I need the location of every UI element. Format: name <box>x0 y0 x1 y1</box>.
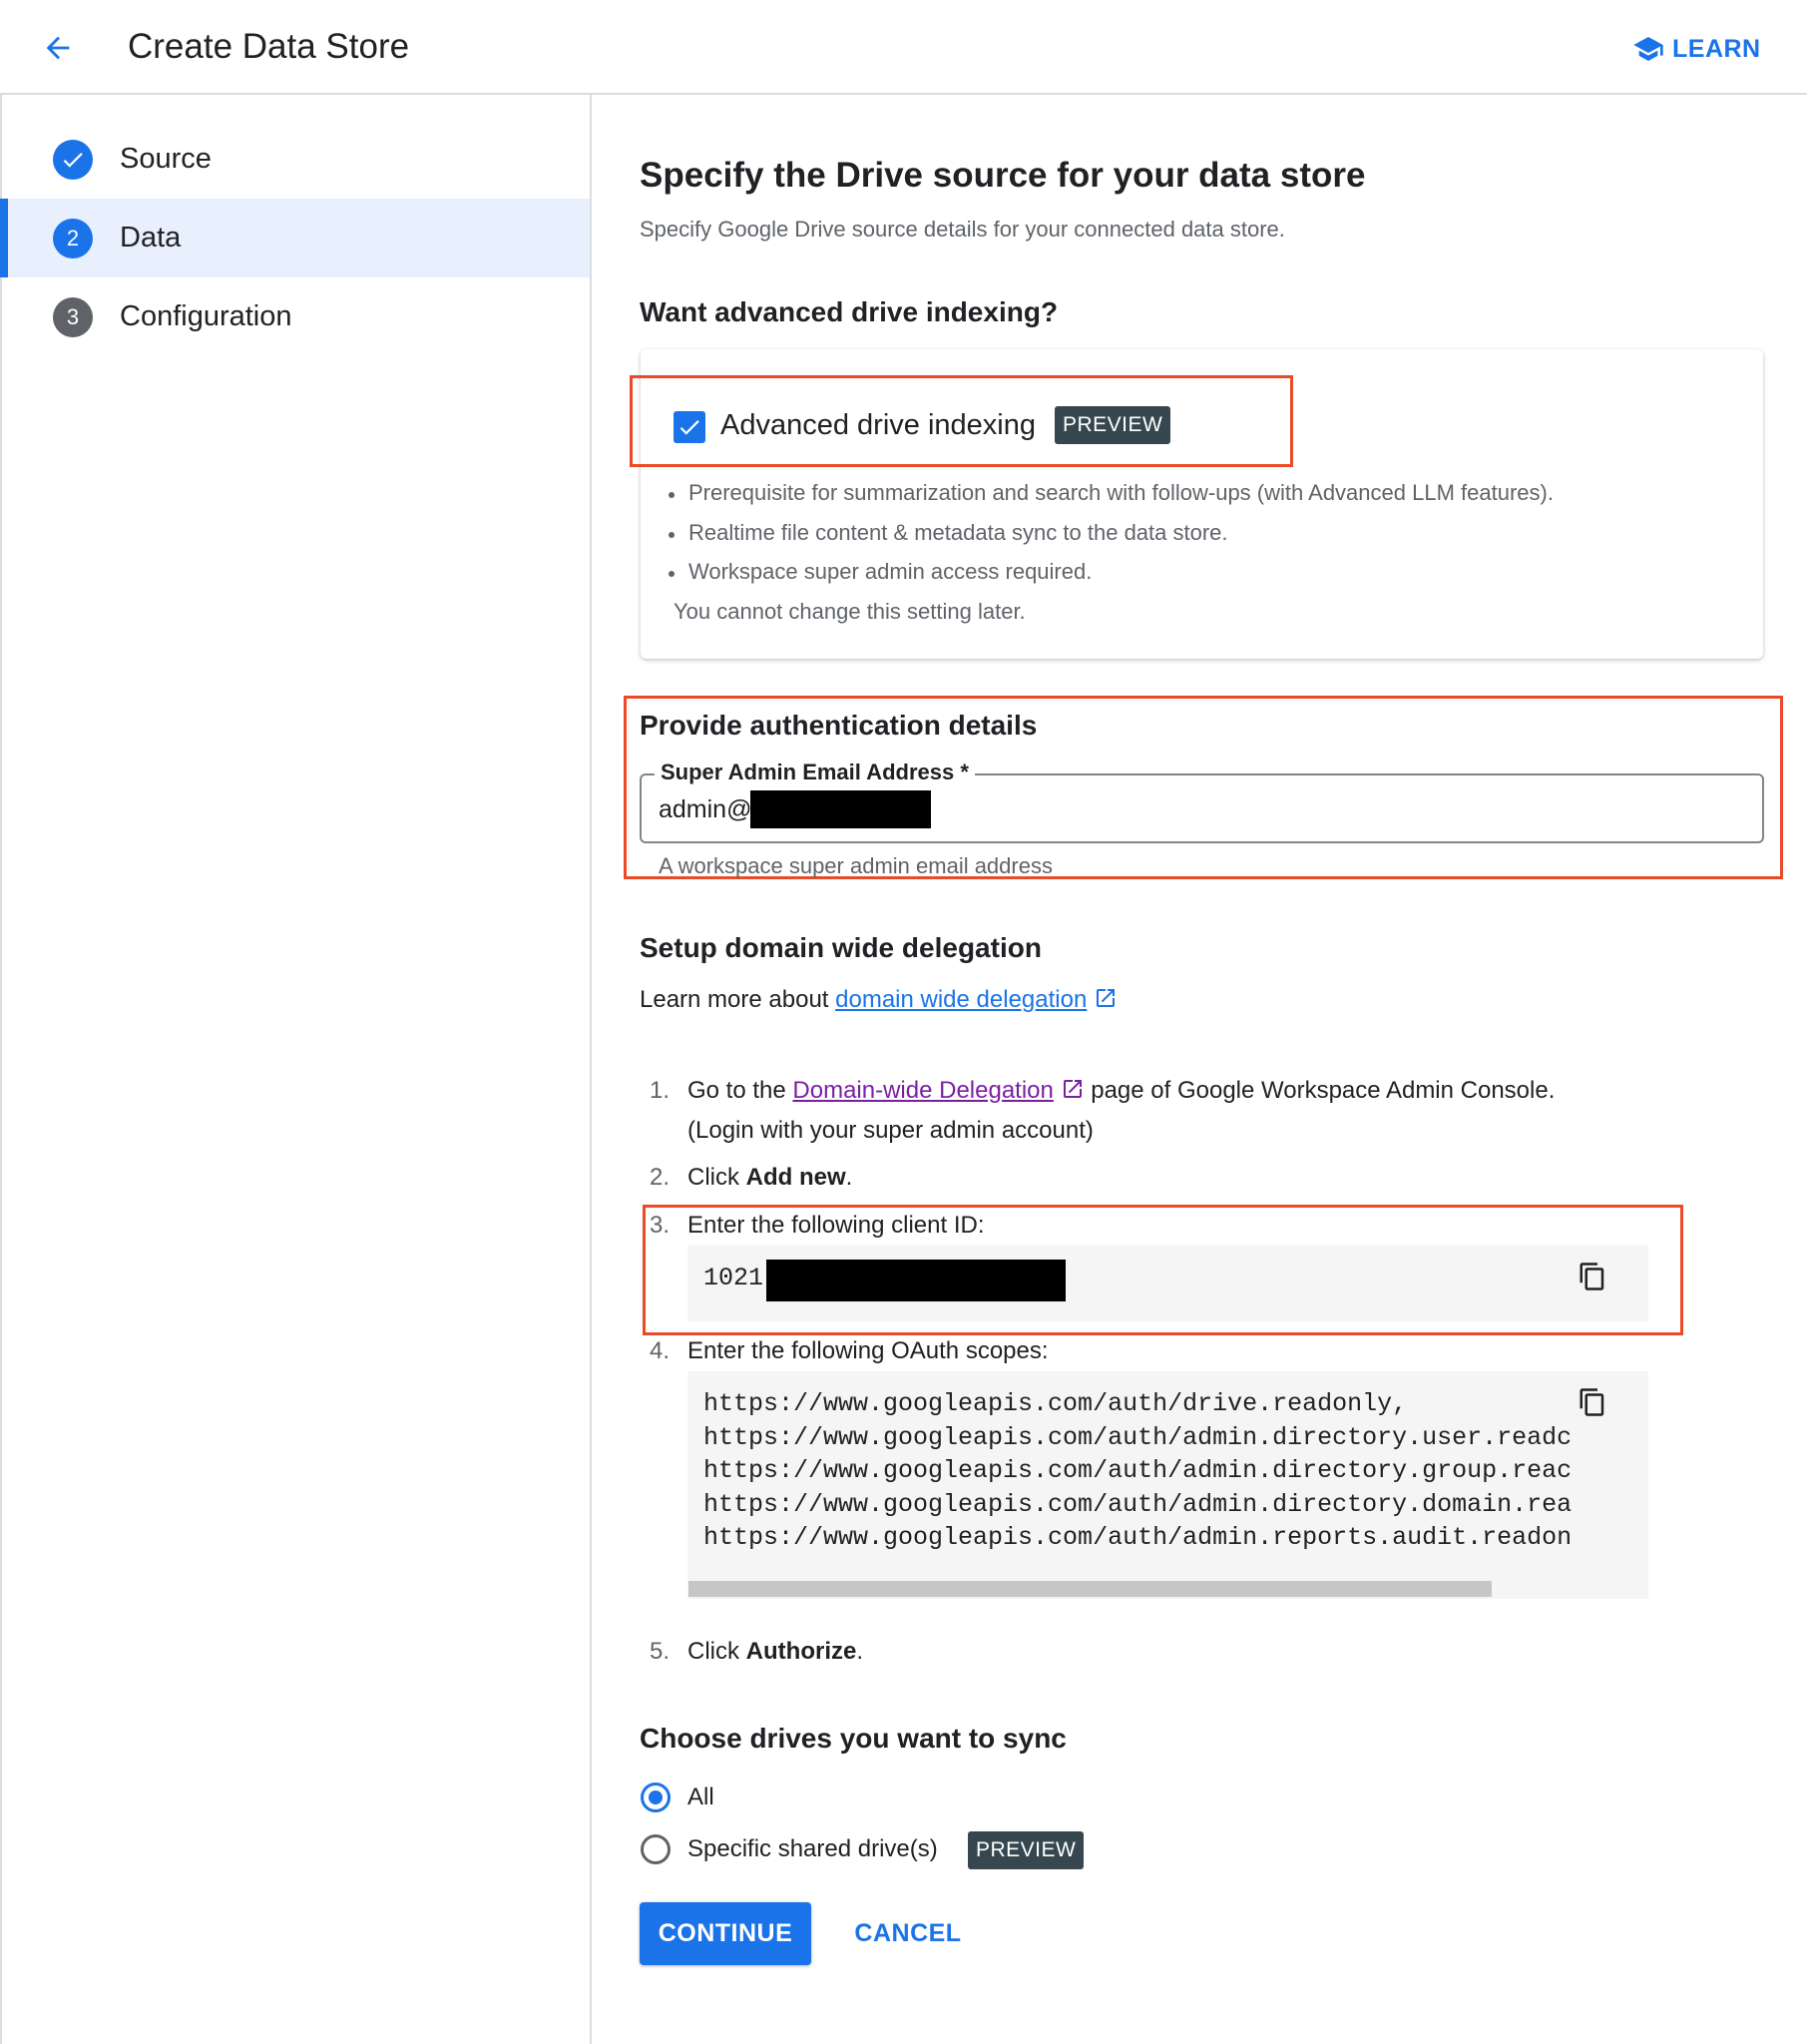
open-in-new-icon[interactable] <box>1094 986 1118 1010</box>
advanced-indexing-label: Advanced drive indexing <box>720 409 1036 441</box>
step-number: 2. <box>650 1164 671 1191</box>
drives-heading: Choose drives you want to sync <box>640 1723 1067 1754</box>
delegation-step-5: Click Authorize. <box>687 1635 863 1669</box>
redaction <box>750 790 931 828</box>
setting-note: You cannot change this setting later. <box>674 599 1026 624</box>
step-text: page of Google Workspace Admin Console. <box>1084 1077 1556 1104</box>
step-text: Go to the <box>687 1077 793 1104</box>
delegation-learn-more: Learn more about domain wide delegation <box>640 983 1118 1017</box>
delegation-step-1: Go to the Domain-wide Delegation page of… <box>687 1074 1555 1108</box>
arrow-back-icon[interactable] <box>41 31 75 65</box>
scope-line: https://www.googleapis.com/auth/admin.di… <box>703 1489 1573 1519</box>
page-title: Create Data Store <box>128 27 410 66</box>
radio-all[interactable] <box>641 1783 671 1812</box>
active-indicator <box>0 199 8 277</box>
school-icon <box>1633 37 1663 61</box>
preview-badge: PREVIEW <box>1055 406 1171 444</box>
redaction <box>766 1260 1066 1301</box>
delegation-step-2: Click Add new. <box>687 1161 852 1195</box>
domain-wide-delegation-console-link[interactable]: Domain-wide Delegation <box>792 1077 1053 1104</box>
step-number: 3. <box>650 1212 671 1239</box>
email-field-value[interactable]: admin@ <box>659 793 751 825</box>
copy-icon[interactable] <box>1576 1385 1609 1419</box>
step-label: Source <box>120 143 212 175</box>
step-number: 1. <box>650 1077 671 1104</box>
copy-icon[interactable] <box>1576 1260 1609 1293</box>
scope-line: https://www.googleapis.com/auth/admin.di… <box>703 1456 1573 1486</box>
step-configuration[interactable]: 3 Configuration <box>0 277 590 356</box>
bullet-item: Realtime file content & metadata sync to… <box>669 518 1228 548</box>
stepper: Source 2 Data 3 Configuration <box>0 95 592 2044</box>
learn-button[interactable]: LEARN <box>1632 26 1761 72</box>
step-text-line2: (Login with your super admin account) <box>687 1117 1094 1144</box>
section-subtitle: Specify Google Drive source details for … <box>640 217 1285 242</box>
radio-specific-shared-drives[interactable] <box>641 1834 671 1864</box>
oauth-scopes-code: https://www.googleapis.com/auth/drive.re… <box>703 1387 1586 1557</box>
step-text: Click <box>687 1638 746 1665</box>
delegation-step-3: Enter the following client ID: <box>687 1212 985 1239</box>
step-text: . <box>845 1164 853 1191</box>
step-number: 2 <box>53 218 93 258</box>
horizontal-scrollbar[interactable] <box>688 1581 1492 1597</box>
learn-label: LEARN <box>1672 34 1761 63</box>
email-helper-text: A workspace super admin email address <box>659 853 1053 878</box>
back-button[interactable] <box>30 22 86 74</box>
step-text: . <box>856 1638 864 1665</box>
radio-specific-label: Specific shared drive(s) <box>687 1835 938 1862</box>
step-number: 5. <box>650 1638 671 1665</box>
check-icon <box>679 420 699 435</box>
cancel-button[interactable]: CANCEL <box>848 1902 968 1965</box>
step-label: Configuration <box>120 300 292 332</box>
bullet-item: Workspace super admin access required. <box>668 557 1092 587</box>
step-number: 3 <box>53 296 93 337</box>
step-bold-text: Add new <box>745 1164 846 1191</box>
auth-heading: Provide authentication details <box>640 710 1038 741</box>
step-text: Click <box>687 1164 746 1191</box>
domain-wide-delegation-link[interactable]: domain wide delegation <box>835 986 1087 1013</box>
step-source[interactable]: Source <box>0 120 590 199</box>
scope-line: https://www.googleapis.com/auth/admin.di… <box>703 1422 1573 1452</box>
open-in-new-icon[interactable] <box>1061 1077 1085 1101</box>
scope-line: https://www.googleapis.com/auth/admin.re… <box>703 1523 1573 1553</box>
radio-all-label: All <box>687 1784 714 1810</box>
step-label: Data <box>120 222 182 254</box>
advanced-indexing-checkbox[interactable] <box>674 411 705 443</box>
step-number: 4. <box>650 1337 671 1364</box>
continue-button[interactable]: CONTINUE <box>640 1902 811 1965</box>
section-title: Specify the Drive source for your data s… <box>640 156 1366 195</box>
step-data[interactable]: 2 Data <box>0 199 590 277</box>
email-field-label: Super Admin Email Address * <box>655 759 975 786</box>
learn-more-prefix: Learn more about <box>640 986 836 1013</box>
client-id-value: 1021 <box>703 1264 764 1292</box>
preview-badge: PREVIEW <box>968 1831 1085 1869</box>
check-circle-icon <box>53 139 93 180</box>
bullet-item: Prerequisite for summarization and searc… <box>669 478 1554 508</box>
scope-line: https://www.googleapis.com/auth/drive.re… <box>703 1389 1408 1418</box>
delegation-step-4: Enter the following OAuth scopes: <box>687 1337 1049 1364</box>
delegation-heading: Setup domain wide delegation <box>640 932 1042 963</box>
advanced-indexing-heading: Want advanced drive indexing? <box>640 296 1059 327</box>
step-bold-text: Authorize <box>745 1638 857 1665</box>
